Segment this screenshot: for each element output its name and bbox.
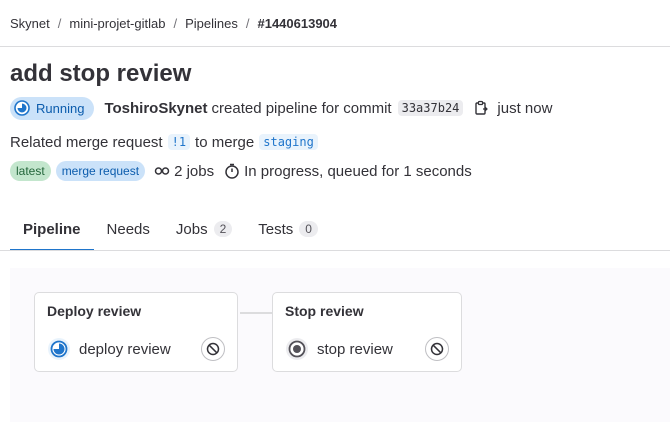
- job-stop-review[interactable]: stop review: [285, 337, 449, 361]
- breadcrumb-separator: /: [245, 15, 250, 31]
- pipeline-icon: [154, 163, 170, 179]
- breadcrumb-separator: /: [173, 15, 178, 31]
- stage-stop-review: Stop review stop review: [272, 292, 462, 372]
- copy-icon[interactable]: [473, 100, 489, 116]
- header-divider: [0, 46, 670, 47]
- cancel-icon: [206, 342, 220, 356]
- tab-count-badge: 2: [213, 221, 233, 237]
- manual-status-icon: [285, 337, 309, 361]
- author-link[interactable]: ToshiroSkynet: [104, 100, 207, 117]
- cancel-button[interactable]: [201, 337, 225, 361]
- stage-deploy-review: Deploy review deploy review: [34, 292, 238, 372]
- progress-text: In progress, queued for 1 seconds: [244, 162, 472, 180]
- status-badge-label: Running: [36, 100, 85, 116]
- breadcrumb-item-project[interactable]: mini-projet-gitlab: [69, 16, 165, 31]
- tab-jobs[interactable]: Jobs 2: [163, 208, 245, 250]
- target-branch-link[interactable]: staging: [259, 134, 318, 150]
- tab-label: Needs: [106, 220, 150, 238]
- merge-request-badge: merge request: [55, 161, 146, 181]
- tab-pipeline[interactable]: Pipeline: [10, 208, 94, 251]
- breadcrumb-separator: /: [57, 15, 62, 31]
- pipeline-graph: Deploy review deploy review Stop review …: [10, 268, 670, 422]
- cancel-icon: [430, 342, 444, 356]
- job-name[interactable]: stop review: [317, 341, 425, 358]
- tab-count-badge: 0: [299, 221, 318, 237]
- breadcrumb-item-group[interactable]: Skynet: [10, 16, 50, 31]
- page-title: add stop review: [10, 60, 192, 87]
- job-name[interactable]: deploy review: [79, 341, 201, 358]
- breadcrumb-item-current[interactable]: #1440613904: [257, 16, 337, 31]
- running-status-icon: [14, 100, 30, 116]
- stage-title: Stop review: [285, 303, 364, 319]
- job-deploy-review[interactable]: deploy review: [47, 337, 225, 361]
- tabs-divider: [0, 250, 670, 251]
- mr-middle-text: to merge: [195, 133, 255, 151]
- stage-connector: [240, 312, 272, 314]
- pipeline-badges: latest merge request 2 jobs In progress,…: [10, 160, 472, 182]
- latest-badge: latest: [10, 161, 51, 181]
- tab-tests[interactable]: Tests 0: [245, 208, 331, 250]
- timer-icon: [224, 163, 240, 179]
- running-status-icon: [47, 337, 71, 361]
- jobs-count: 2 jobs: [174, 162, 215, 180]
- stage-title: Deploy review: [47, 303, 142, 319]
- tab-label: Pipeline: [23, 220, 81, 238]
- mr-prefix-text: Related merge request: [10, 133, 163, 151]
- pipeline-meta: Running ToshiroSkynet created pipeline f…: [10, 96, 552, 120]
- tab-needs[interactable]: Needs: [94, 208, 163, 250]
- breadcrumb-item-pipelines[interactable]: Pipelines: [185, 16, 238, 31]
- merge-request-link[interactable]: !1: [167, 134, 191, 150]
- pipeline-tabs: Pipeline Needs Jobs 2 Tests 0: [10, 208, 331, 251]
- related-merge-request: Related merge request !1 to merge stagin…: [10, 132, 323, 152]
- commit-sha[interactable]: 33a37b24: [397, 100, 464, 116]
- cancel-button[interactable]: [425, 337, 449, 361]
- tab-label: Jobs: [175, 220, 208, 238]
- created-time: just now: [497, 99, 553, 117]
- tab-label: Tests: [258, 220, 294, 238]
- breadcrumb: Skynet / mini-projet-gitlab / Pipelines …: [10, 14, 337, 32]
- pipeline-action-text: created pipeline for commit: [211, 99, 392, 117]
- status-badge[interactable]: Running: [10, 96, 95, 120]
